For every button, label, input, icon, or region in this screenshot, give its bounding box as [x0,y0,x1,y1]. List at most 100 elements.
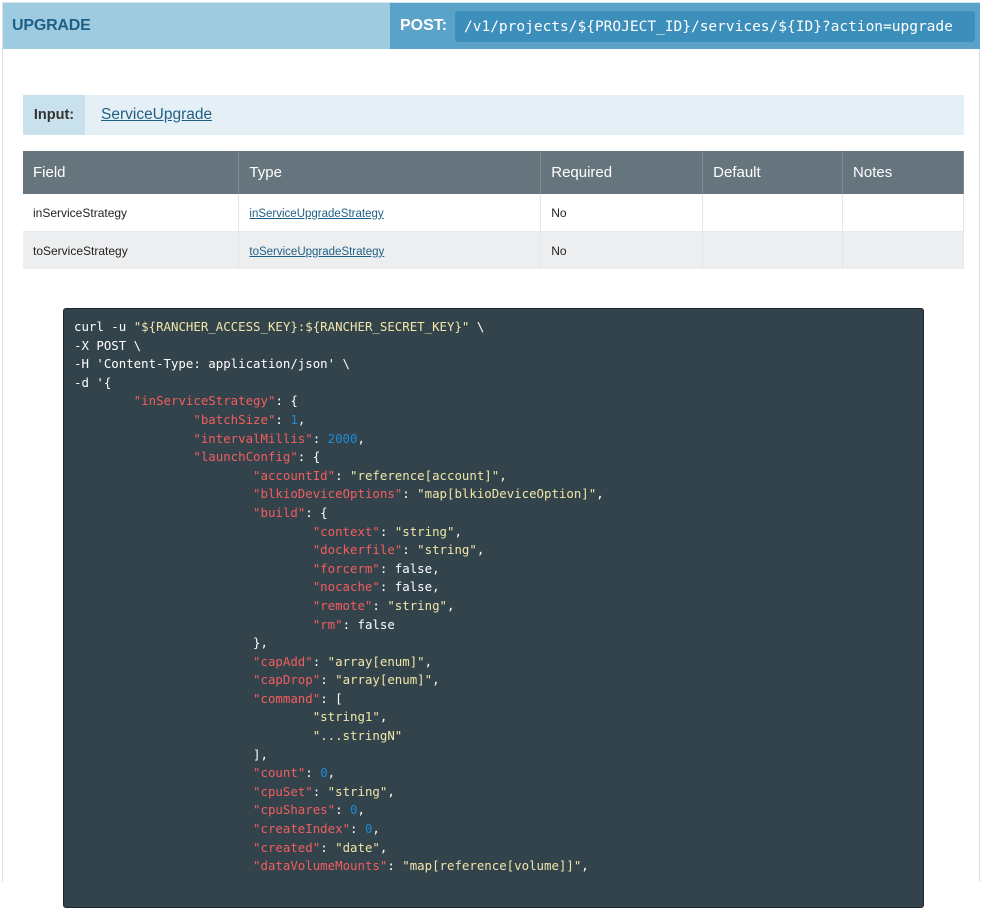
code-text: curl -u "${RANCHER_ACCESS_KEY}:${RANCHER… [74,318,923,876]
code-text-fragment [74,654,253,669]
code-text-fragment [74,858,253,873]
code-text-fragment: , [432,672,440,688]
endpoint-header: UPGRADE POST: /v1/projects/${PROJECT_ID}… [3,3,980,49]
input-label: Input: [23,95,85,135]
code-key: "context" [312,523,380,539]
field-default [702,194,844,232]
code-line: "remote": "string", [74,597,455,613]
fields-table: Field Type Required Default Notes inServ… [23,151,964,269]
code-line: "dockerfile": "string", [74,542,485,558]
code-text-fragment: , [596,486,604,502]
field-notes [842,194,964,232]
input-type-link[interactable]: ServiceUpgrade [101,106,212,124]
field-name: toServiceStrategy [23,231,240,269]
endpoint-path[interactable]: /v1/projects/${PROJECT_ID}/services/${ID… [455,11,975,42]
code-string: "${RANCHER_ACCESS_KEY}:${RANCHER_SECRET_… [133,319,470,334]
code-string: "string" [327,783,388,799]
code-text-fragment: , [447,597,455,613]
code-text-fragment: : [372,597,388,613]
code-line: "context": "string", [74,524,462,539]
code-text-fragment: : [335,802,351,818]
code-line: "nocache": false, [74,579,440,594]
code-text-fragment: ], [74,746,268,762]
code-key: "intervalMillis" [193,430,313,446]
code-text-fragment: : [387,858,403,874]
field-type-link[interactable]: toServiceUpgradeStrategy [249,246,384,258]
code-text-fragment: -d '{ [74,374,112,390]
code-text-fragment: -H 'Content-Type: application/json' \ [74,356,351,372]
code-text-fragment: : [320,839,336,855]
code-text-fragment: : false, [379,560,440,576]
code-key: "batchSize" [193,411,276,427]
code-text-fragment: , [357,430,365,446]
code-text-fragment: , [387,783,395,799]
code-key: "createIndex" [253,821,351,837]
code-line: "capDrop": "array[enum]", [74,672,440,687]
code-text-fragment [74,840,253,855]
field-required: No [540,231,704,269]
column-header-required: Required [540,151,704,194]
code-text-fragment: , [424,653,433,669]
code-key: "nocache" [312,579,380,595]
code-text-fragment: : [275,411,291,427]
code-text-fragment: , [476,542,485,558]
code-line: -d '{ [74,375,111,390]
code-key: "blkioDeviceOptions" [253,486,403,502]
code-text-fragment [74,505,253,520]
column-header-type: Type [238,151,542,194]
code-text-fragment [74,821,253,836]
code-text-fragment: : false [342,616,395,632]
code-text-fragment: , [379,839,388,855]
column-header-notes: Notes [842,151,964,194]
code-string: "string" [394,523,455,539]
code-text-fragment [74,802,253,817]
code-number: 2000 [327,430,358,446]
code-text-fragment: , [372,821,380,837]
code-text-fragment: : { [297,449,321,465]
field-type-link[interactable]: inServiceUpgradeStrategy [249,208,383,220]
code-text-fragment [74,672,253,687]
table-row: toServiceStrategy toServiceUpgradeStrate… [23,231,964,269]
field-type-cell: toServiceUpgradeStrategy [238,231,542,269]
code-string: "reference[account]" [350,467,500,483]
code-text-fragment: curl -u [74,319,134,334]
code-text-fragment: : [402,486,418,502]
code-text-fragment [74,765,253,780]
code-text-fragment [74,728,313,743]
code-number: 0 [350,802,358,818]
code-line: "createIndex": 0, [74,821,380,836]
code-text-fragment: }, [74,635,268,651]
code-text-fragment [74,486,253,501]
field-notes [842,231,964,269]
code-string: "string1" [312,709,380,725]
code-line: "inServiceStrategy": { [74,393,298,408]
code-key: "remote" [312,597,373,613]
code-key: "rm" [312,616,343,632]
code-line: "cpuSet": "string", [74,784,395,799]
code-key: "capDrop" [253,672,321,688]
code-line: "command": [ [74,691,343,706]
code-key: "build" [253,504,306,520]
code-string: "map[blkioDeviceOption]" [417,486,597,502]
code-line: "blkioDeviceOptions": "map[blkioDeviceOp… [74,486,604,501]
code-text-fragment: , [499,467,507,483]
method-bar: POST: /v1/projects/${PROJECT_ID}/service… [390,3,980,49]
code-text-fragment: : [312,783,328,799]
code-text-fragment [74,617,313,632]
code-string: "map[reference[volume]]" [402,858,582,874]
code-key: "inServiceStrategy" [133,393,276,409]
code-key: "command" [253,690,321,706]
code-number: 1 [290,411,298,427]
code-text-fragment: , [581,858,589,874]
code-text-fragment [74,579,313,594]
code-text-fragment: , [454,523,462,539]
code-key: "dataVolumeMounts" [253,858,388,874]
code-text-fragment [74,784,253,799]
code-text-fragment: : { [275,393,298,409]
code-line: "accountId": "reference[account]", [74,468,507,483]
curl-example-code-block[interactable]: curl -u "${RANCHER_ACCESS_KEY}:${RANCHER… [63,308,924,908]
code-text-fragment: : false, [379,579,440,595]
code-text-fragment: : [320,672,336,688]
action-title: UPGRADE [12,17,91,34]
column-header-default: Default [702,151,844,194]
